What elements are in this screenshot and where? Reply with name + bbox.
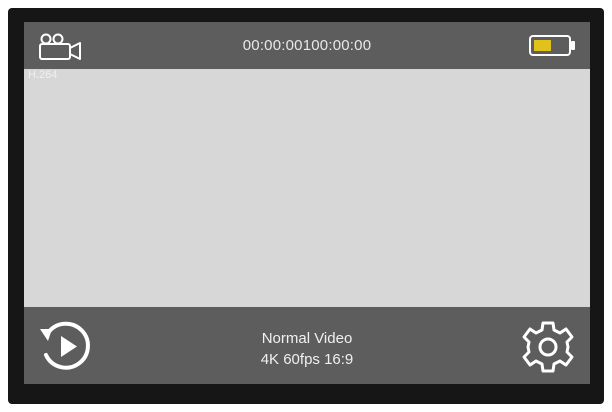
gear-icon[interactable] — [520, 319, 576, 375]
codec-label: H.264 — [28, 69, 58, 81]
mode-spec: 4K 60fps 16:9 — [260, 351, 354, 368]
battery-level — [534, 40, 551, 51]
mode-bar: Normal Video 4K 60fps 16:9 — [24, 307, 590, 384]
camera-screen: 00:00:00100:00:00 H.264 Normal Video 4K … — [24, 22, 590, 384]
battery-icon — [529, 35, 576, 56]
recording-timecode: 00:00:00100:00:00 — [242, 37, 372, 54]
mode-info[interactable]: Normal Video 4K 60fps 16:9 — [164, 328, 450, 370]
status-bar: 00:00:00100:00:00 — [24, 22, 590, 69]
playback-icon[interactable] — [36, 319, 96, 374]
video-camera-icon[interactable] — [38, 33, 84, 60]
mode-title: Normal Video — [261, 330, 353, 347]
